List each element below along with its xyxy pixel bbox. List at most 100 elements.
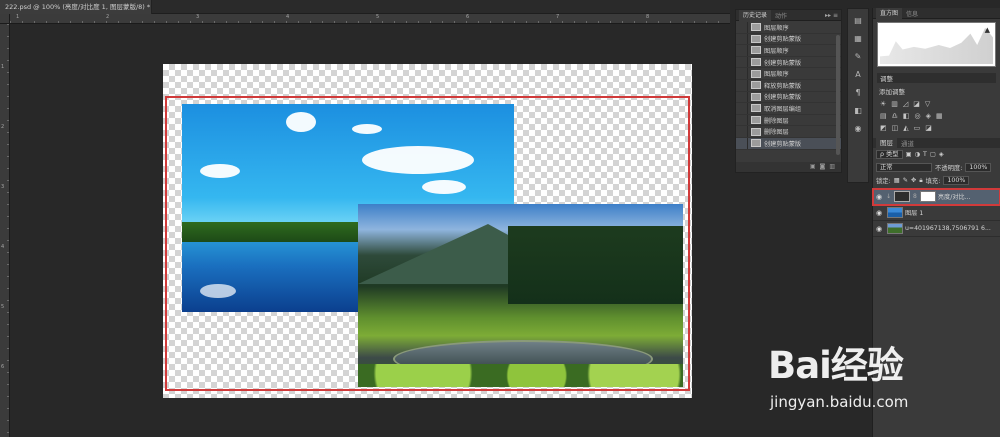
- lock-paint-icon[interactable]: ✎: [903, 177, 908, 184]
- layers-list: ◉ ↓ 8 亮度/对比... ◉ 图层 1 ◉ u=401967138,7506…: [872, 188, 1000, 237]
- hue-saturation-icon[interactable]: ▤: [880, 112, 887, 120]
- snapshot-check[interactable]: [736, 56, 748, 68]
- cache-warning-icon[interactable]: ▲: [985, 26, 990, 34]
- filter-adjustment-icon[interactable]: ◑: [915, 151, 921, 158]
- brush-icon[interactable]: ✎: [851, 51, 865, 63]
- layer-row-image[interactable]: ◉ u=401967138,7506791 6...: [873, 221, 1000, 237]
- brightness-icon[interactable]: ☀: [880, 100, 886, 108]
- cloud: [200, 164, 240, 178]
- vibrance-icon[interactable]: ▽: [925, 100, 930, 108]
- history-panel-icon[interactable]: ▤: [851, 15, 865, 27]
- filter-kind-select[interactable]: ρ 类型: [876, 150, 903, 159]
- adjustment-icons-row: ▤ ♎ ◧ ◎ ◈ ▦: [873, 108, 1000, 120]
- link-icon[interactable]: 8: [913, 193, 917, 200]
- snapshot-check[interactable]: [736, 91, 748, 103]
- trash-icon[interactable]: ▥: [829, 162, 835, 172]
- tab-layers[interactable]: 图层: [876, 138, 897, 149]
- lock-all-icon[interactable]: 🔒︎: [919, 177, 922, 185]
- history-item[interactable]: 图层顺序: [736, 45, 841, 57]
- blend-mode-select[interactable]: 正常: [876, 163, 932, 172]
- threshold-icon[interactable]: ◭: [903, 124, 908, 132]
- gradient-map-icon[interactable]: ▭: [914, 124, 921, 132]
- history-item[interactable]: 创建剪贴蒙版: [736, 91, 841, 104]
- history-item-current[interactable]: 创建剪贴蒙版: [736, 137, 841, 150]
- tab-histogram[interactable]: 直方图: [876, 7, 903, 19]
- tab-actions[interactable]: 动作: [771, 11, 791, 20]
- panel-menu-icon[interactable]: ▸▸ ≡: [825, 10, 838, 21]
- eye-icon[interactable]: ◉: [873, 193, 885, 201]
- channel-mixer-icon[interactable]: ◈: [926, 112, 931, 120]
- history-item[interactable]: 图层顺序: [736, 22, 841, 34]
- snapshot-check[interactable]: [736, 33, 748, 45]
- filter-type-icon[interactable]: T: [923, 151, 927, 158]
- black-white-icon[interactable]: ◧: [903, 112, 910, 120]
- lock-transparency-icon[interactable]: ▦: [894, 177, 900, 184]
- filter-pixel-icon[interactable]: ▣: [906, 151, 912, 158]
- camera-icon[interactable]: ◙: [820, 162, 826, 172]
- 3d-icon[interactable]: ◉: [851, 123, 865, 135]
- eye-icon[interactable]: ◉: [873, 209, 885, 217]
- layer-name: u=401967138,7506791 6...: [905, 225, 991, 232]
- lock-move-icon[interactable]: ✥: [911, 177, 916, 184]
- adjustments-panel-header: 调整: [877, 73, 996, 83]
- filter-smart-icon[interactable]: ◈: [939, 151, 944, 158]
- fill-input[interactable]: 100%: [943, 176, 970, 185]
- color-lookup-icon[interactable]: ▦: [936, 112, 943, 120]
- color-balance-icon[interactable]: ♎: [892, 112, 898, 120]
- tab-channels[interactable]: 通道: [897, 138, 918, 148]
- history-item-label: 创建剪贴蒙版: [764, 94, 802, 102]
- tab-adjustments[interactable]: 调整: [880, 73, 893, 83]
- cloud: [362, 146, 474, 174]
- history-item[interactable]: 删除图层: [736, 126, 841, 138]
- ruler-horizontal[interactable]: 1 2 3 4 5 6 7 8: [10, 14, 730, 24]
- filter-shape-icon[interactable]: ▢: [930, 151, 936, 158]
- history-item-label: 创建剪贴蒙版: [764, 59, 802, 67]
- posterize-icon[interactable]: ◫: [892, 124, 899, 132]
- snapshot-check[interactable]: [736, 126, 748, 137]
- snapshot-check[interactable]: [736, 68, 748, 79]
- character-icon[interactable]: A: [851, 69, 865, 81]
- snapshot-check[interactable]: [736, 22, 748, 33]
- park-photo[interactable]: [358, 204, 683, 387]
- ruler-corner[interactable]: [0, 14, 10, 24]
- snapshot-check[interactable]: [736, 137, 748, 149]
- history-item-label: 取消图层编组: [764, 105, 802, 113]
- eye-icon[interactable]: ◉: [873, 225, 885, 233]
- curves-icon[interactable]: ◿: [903, 100, 908, 108]
- properties-icon[interactable]: ▦: [851, 33, 865, 45]
- snapshot-check[interactable]: [736, 79, 748, 91]
- paragraph-icon[interactable]: ¶: [851, 87, 865, 99]
- new-document-icon[interactable]: ▣: [810, 162, 816, 172]
- histogram-panel-header: 直方图 信息: [873, 7, 1000, 19]
- snapshot-check[interactable]: [736, 114, 748, 126]
- opacity-input[interactable]: 100%: [965, 163, 992, 172]
- history-step-icon: [751, 23, 761, 32]
- snapshot-check[interactable]: [736, 45, 748, 56]
- document-tab[interactable]: 222.psd @ 100% (亮度/对比度 1, 图层蒙版/8) * ×: [0, 0, 152, 14]
- history-scrollbar[interactable]: [836, 35, 840, 155]
- selective-color-icon[interactable]: ◪: [925, 124, 932, 132]
- history-item[interactable]: 释放剪贴蒙版: [736, 79, 841, 92]
- layer-row-layer-1[interactable]: ◉ 图层 1: [873, 205, 1000, 221]
- ruler-tick: 6: [1, 364, 5, 370]
- history-item[interactable]: 删除图层: [736, 114, 841, 127]
- levels-icon[interactable]: ▥: [891, 100, 898, 108]
- invert-icon[interactable]: ◩: [880, 124, 887, 132]
- tab-history[interactable]: 历史记录: [739, 9, 772, 21]
- tab-info[interactable]: 信息: [902, 9, 922, 18]
- ruler-vertical[interactable]: 1 2 3 4 5 6: [0, 24, 10, 437]
- document-tab-title: 222.psd @ 100% (亮度/对比度 1, 图层蒙版/8) *: [5, 3, 151, 11]
- adjustment-icons-row: ◩ ◫ ◭ ▭ ◪: [873, 120, 1000, 132]
- snapshot-check[interactable]: [736, 103, 748, 114]
- history-item[interactable]: 图层顺序: [736, 68, 841, 80]
- document-canvas[interactable]: [163, 64, 692, 398]
- history-item[interactable]: 取消图层编组: [736, 103, 841, 115]
- photo-filter-icon[interactable]: ◎: [915, 112, 921, 120]
- tool-presets-icon[interactable]: ◧: [851, 105, 865, 117]
- exposure-icon[interactable]: ◪: [913, 100, 920, 108]
- history-step-icon: [751, 92, 761, 101]
- layer-row-brightness-contrast[interactable]: ◉ ↓ 8 亮度/对比...: [872, 188, 1000, 206]
- history-item[interactable]: 创建剪贴蒙版: [736, 33, 841, 46]
- history-item[interactable]: 创建剪贴蒙版: [736, 56, 841, 69]
- layer-mask-thumbnail[interactable]: [919, 191, 936, 202]
